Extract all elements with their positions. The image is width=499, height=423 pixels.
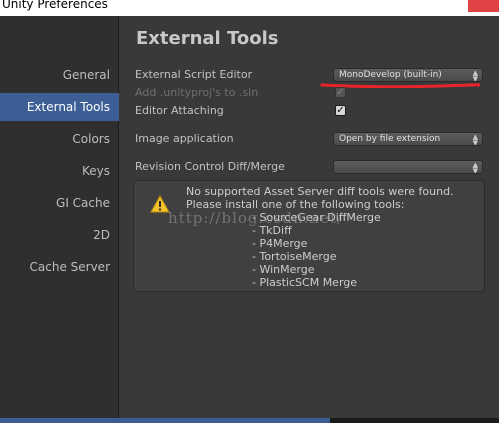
image-application-dropdown[interactable]: Open by file extension ▲ ▼ bbox=[333, 132, 483, 146]
sidebar-item-colors[interactable]: Colors bbox=[72, 125, 110, 153]
help-line-2: Please install one of the following tool… bbox=[186, 198, 405, 211]
window-close-button[interactable] bbox=[468, 0, 499, 12]
warning-triangle-icon bbox=[150, 195, 170, 213]
help-line-1: No supported Asset Server diff tools wer… bbox=[186, 185, 454, 198]
window-title: Unity Preferences bbox=[2, 0, 108, 11]
preferences-main-panel: External Tools External Script Editor Mo… bbox=[119, 16, 499, 418]
dropdown-arrows-icon: ▲ ▼ bbox=[472, 161, 478, 174]
revision-control-label: Revision Control Diff/Merge bbox=[135, 160, 285, 173]
add-unityproj-label: Add .unityproj's to .sln bbox=[135, 86, 259, 99]
script-editor-dropdown[interactable]: MonoDevelop (built-in) ▲ ▼ bbox=[333, 68, 483, 82]
sidebar-item-2d[interactable]: 2D bbox=[93, 221, 110, 249]
sidebar-item-keys[interactable]: Keys bbox=[82, 157, 110, 185]
dropdown-arrows-icon: ▲ ▼ bbox=[472, 133, 478, 146]
image-application-value: Open by file extension bbox=[339, 134, 441, 144]
sidebar-item-external-tools[interactable]: External Tools bbox=[0, 93, 119, 121]
add-unityproj-checkbox[interactable]: ✓ bbox=[335, 87, 346, 98]
dropdown-arrows-icon: ▲ ▼ bbox=[472, 69, 478, 82]
window-title-bar: Unity Preferences bbox=[0, 0, 499, 17]
script-editor-value: MonoDevelop (built-in) bbox=[339, 70, 442, 80]
help-line-7: - WinMerge bbox=[252, 263, 315, 276]
script-editor-label: External Script Editor bbox=[135, 68, 253, 81]
help-line-3: - SourceGear DiffMerge bbox=[252, 211, 381, 224]
bottom-blue-strip bbox=[0, 418, 330, 423]
preferences-sidebar: General External Tools Colors Keys GI Ca… bbox=[0, 16, 119, 418]
sidebar-item-general[interactable]: General bbox=[63, 61, 110, 89]
help-box: No supported Asset Server diff tools wer… bbox=[133, 180, 485, 292]
sidebar-item-cache-server[interactable]: Cache Server bbox=[30, 253, 110, 281]
editor-attaching-label: Editor Attaching bbox=[135, 104, 224, 117]
help-line-5: - P4Merge bbox=[252, 237, 308, 250]
revision-control-dropdown[interactable]: ▲ ▼ bbox=[333, 160, 483, 174]
editor-attaching-checkbox[interactable]: ✓ bbox=[335, 105, 346, 116]
help-line-4: - TkDiff bbox=[252, 224, 292, 237]
help-line-8: - PlasticSCM Merge bbox=[252, 276, 358, 289]
page-title: External Tools bbox=[136, 28, 279, 49]
help-line-6: - TortoiseMerge bbox=[252, 250, 337, 263]
image-application-label: Image application bbox=[135, 132, 234, 145]
sidebar-item-gi-cache[interactable]: GI Cache bbox=[56, 189, 110, 217]
